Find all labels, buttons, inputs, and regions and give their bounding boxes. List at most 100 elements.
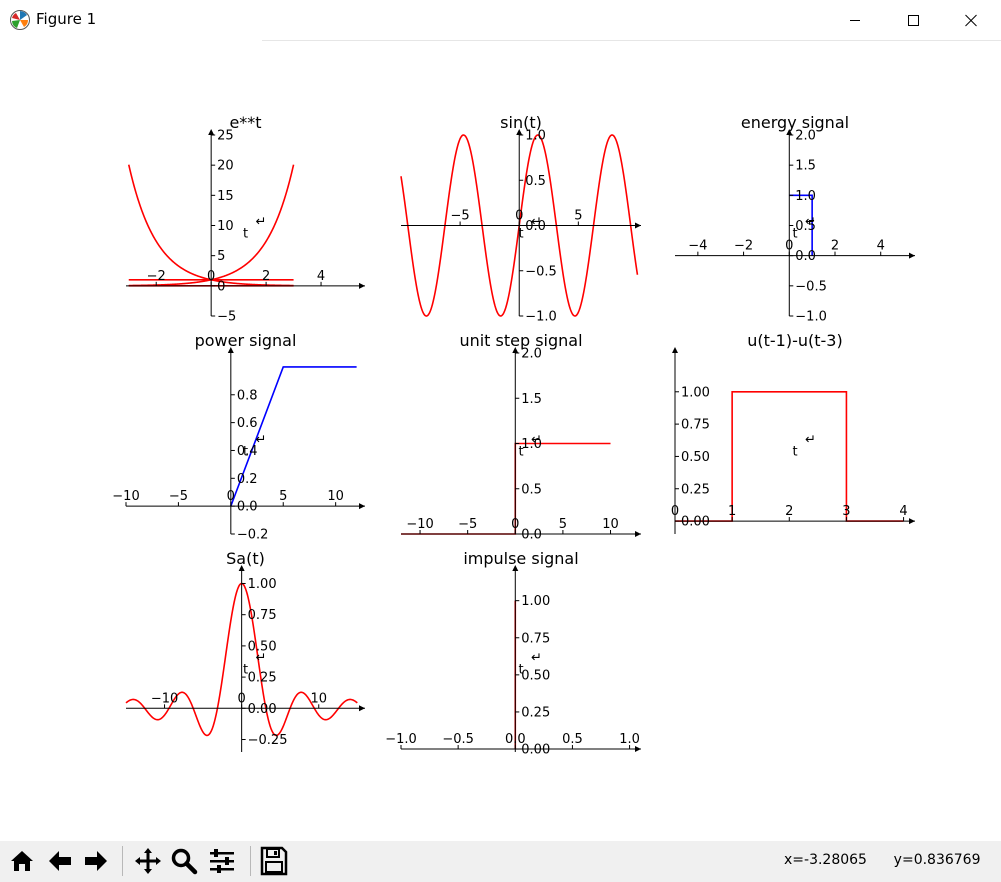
navigation-toolbar: x=-3.28065 y=0.836769	[0, 841, 1001, 882]
y-tick-label: 0.75	[248, 608, 277, 623]
x-tick-label: 10	[310, 691, 327, 706]
y-axis-label: ↵	[805, 433, 816, 448]
y-tick-label: 10	[217, 219, 234, 234]
y-tick-label: 5	[217, 249, 225, 264]
minimize-button[interactable]	[826, 0, 884, 40]
x-tick-label: 0	[207, 269, 215, 284]
x-tick-label: 0	[227, 489, 235, 504]
x-tick-label: 0	[511, 517, 519, 532]
back-button[interactable]	[44, 844, 76, 878]
y-readout: y=0.836769	[893, 852, 981, 868]
y-tick-label: 1.5	[795, 159, 816, 174]
y-tick-label: 1.5	[521, 392, 542, 407]
x-tick-label: 0.5	[562, 732, 583, 747]
subplot-title: energy signal	[741, 113, 849, 132]
window-title: Figure 1	[36, 10, 97, 28]
save-icon	[260, 846, 288, 876]
y-tick-label: −0.5	[795, 279, 827, 294]
subplot-5: −10 −5 0 5 100.00.51.01.52.0unit step signal…	[401, 331, 641, 543]
y-tick-label: 0.00	[681, 515, 710, 530]
subplots-config-icon	[210, 849, 234, 873]
y-axis-label: ↵	[531, 433, 542, 448]
y-tick-label: 1.00	[681, 385, 710, 400]
x-axis-arrow	[635, 222, 641, 229]
pan-button[interactable]	[132, 844, 164, 878]
home-button[interactable]	[6, 844, 38, 878]
y-tick-label: 0.6	[237, 416, 258, 431]
matplotlib-logo-icon	[10, 10, 30, 30]
y-tick-label: 1.00	[521, 594, 550, 609]
zoom-button[interactable]	[168, 844, 200, 878]
x-tick-label: −5	[169, 489, 188, 504]
y-tick-label: 0.75	[681, 418, 710, 433]
x-tick-label: 3	[842, 504, 850, 519]
y-tick-label: 0.25	[248, 671, 277, 686]
pan-icon	[135, 848, 161, 874]
x-tick-label: −5	[451, 209, 470, 224]
toolbar-separator	[250, 846, 251, 876]
subplot-title: impulse signal	[463, 549, 578, 568]
coordinate-readout: x=-3.28065 y=0.836769	[784, 852, 981, 868]
x-tick-label: 0	[671, 504, 679, 519]
subplot-2: −5 0 5−1.0−0.50.00.51.0sin(t)t↵	[400, 113, 641, 325]
y-tick-label: −1.0	[525, 310, 557, 325]
x-axis-label: t	[243, 445, 248, 460]
x-tick-label: 1.0	[619, 732, 640, 747]
maximize-icon	[908, 15, 919, 26]
x-tick-label: 2	[785, 504, 793, 519]
figure-canvas[interactable]: −2 0 2 4−50510152025e**tt↵ −5 0 5−1.0−0.50.00.…	[0, 41, 1001, 841]
subplot-title: Sa(t)	[226, 549, 265, 568]
close-button[interactable]	[942, 0, 1000, 40]
y-tick-label: 0.0	[521, 528, 542, 543]
x-tick-label: −10	[151, 691, 178, 706]
x-readout: x=-3.28065	[784, 852, 867, 868]
x-axis-arrow	[359, 503, 365, 510]
x-tick-label: −2	[147, 269, 166, 284]
y-tick-label: 0.00	[521, 743, 550, 758]
subplot-title: unit step signal	[459, 331, 582, 350]
y-tick-label: 0.25	[521, 705, 550, 720]
y-axis-arrow	[672, 347, 678, 353]
forward-button[interactable]	[80, 844, 112, 878]
subplot-title: u(t-1)-u(t-3)	[747, 331, 842, 350]
y-tick-label: 0.2	[237, 472, 258, 487]
y-tick-label: −0.5	[525, 264, 557, 279]
x-axis-label: t	[243, 227, 248, 242]
subplot-4: −10 −5 0 5 10−0.20.00.20.40.60.8power signal…	[112, 331, 365, 543]
x-tick-label: 4	[877, 239, 885, 254]
subplot-7: −10 0 10−0.250.000.250.500.751.00Sa(t)t↵	[125, 549, 365, 752]
y-tick-label: 20	[217, 159, 234, 174]
x-tick-label: 1	[728, 504, 736, 519]
y-axis-label: ↵	[531, 651, 542, 666]
y-tick-label: 0.8	[237, 388, 258, 403]
x-axis-label: t	[243, 663, 248, 678]
save-button[interactable]	[258, 844, 290, 878]
x-axis-arrow	[359, 705, 365, 712]
zoom-icon	[171, 848, 198, 875]
y-tick-label: −5	[217, 310, 236, 325]
y-axis-label: ↵	[805, 215, 816, 230]
y-tick-label: 0.00	[248, 702, 277, 717]
x-tick-label: 0	[515, 209, 523, 224]
back-arrow-icon	[49, 851, 71, 871]
x-tick-label: 5	[574, 209, 582, 224]
configure-subplots-button[interactable]	[206, 844, 238, 878]
x-axis-arrow	[909, 518, 915, 525]
x-tick-label: −5	[458, 517, 477, 532]
y-axis-label: ↵	[256, 215, 267, 230]
x-tick-label: 0	[238, 691, 246, 706]
y-tick-label: 0.75	[521, 631, 550, 646]
home-icon	[11, 851, 33, 871]
x-tick-label: −1.0	[385, 732, 417, 747]
y-tick-label: −0.25	[248, 733, 288, 748]
y-tick-label: 1.0	[795, 189, 816, 204]
x-tick-label: 4	[317, 269, 325, 284]
x-axis-label: t	[792, 445, 797, 460]
y-tick-label: −0.2	[237, 528, 269, 543]
x-tick-label: −10	[112, 489, 139, 504]
x-tick-label: 4	[899, 504, 907, 519]
maximize-button[interactable]	[884, 0, 942, 40]
subplot-8: −1.0 −0.5 0.0 0.5 1.00.000.250.500.751.00imp…	[385, 549, 641, 758]
x-tick-label: 5	[559, 517, 567, 532]
x-tick-label: 2	[262, 269, 270, 284]
